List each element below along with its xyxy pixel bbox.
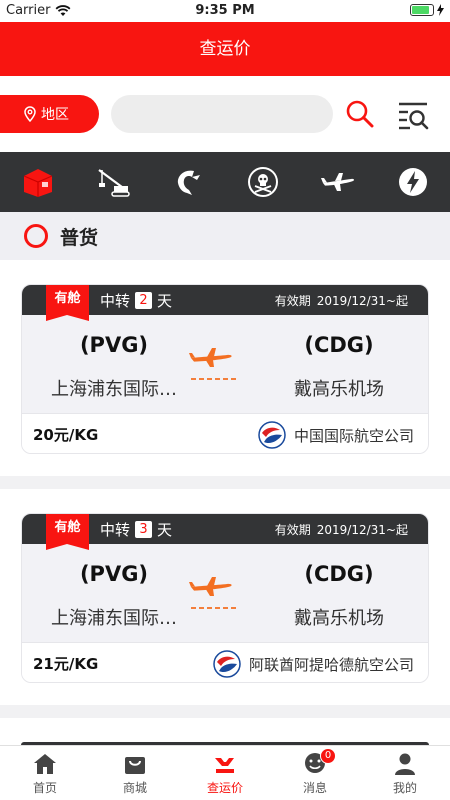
freight-icon <box>215 758 234 773</box>
card-header: 有舱 中转 2 天 有效期 2019/12/31~起 <box>22 285 428 321</box>
ring-icon <box>24 224 48 248</box>
category-hazardous[interactable] <box>225 152 300 212</box>
seafood-icon <box>177 170 200 195</box>
transfer-suffix: 天 <box>157 521 173 539</box>
destination-code: (CDG) <box>304 562 374 586</box>
validity-label: 有效期 <box>274 523 311 537</box>
crane-icon <box>97 169 130 197</box>
airline-logo-icon <box>213 650 241 678</box>
price: 21元/KG <box>33 655 99 673</box>
airline-name: 中国国际航空公司 <box>293 426 414 445</box>
card-container: 有舱 中转 2 天 有效期 2019/12/31~起 (PVG) 上海浦东国际… … <box>0 260 450 476</box>
hazard-icon <box>247 167 278 197</box>
validity-value: 2019/12/31~起 <box>316 523 408 537</box>
lightning-icon <box>398 168 427 196</box>
search-row: 地区 <box>0 76 450 152</box>
shop-icon <box>125 757 145 774</box>
battery-fill <box>412 6 429 14</box>
validity: 有效期 2019/12/31~起 <box>275 521 408 538</box>
transfer-prefix: 中转 <box>100 521 131 539</box>
transfer-info: 中转 2 天 <box>100 290 172 311</box>
home-icon <box>34 754 56 774</box>
section-title: 普货 <box>60 226 99 249</box>
tab-label: 查运价 <box>206 781 243 795</box>
destination-code: (CDG) <box>304 333 374 357</box>
battery-icon <box>410 4 434 16</box>
search-icon <box>346 100 374 128</box>
plane-icon <box>189 577 239 609</box>
section-header: 普货 <box>0 212 450 260</box>
airplane-icon <box>320 173 354 191</box>
availability-flag: 有舱 <box>46 285 89 321</box>
tab-bar: 首页 商城 查运价 0 消息 我的 <box>0 745 450 800</box>
status-time: 9:35 PM <box>195 3 255 18</box>
origin-name: 上海浦东国际… <box>51 608 177 629</box>
tab-messages[interactable]: 0 消息 <box>270 746 360 800</box>
price: 20元/KG <box>33 426 99 444</box>
card-footer: 21元/KG 阿联酋阿提哈德航空公司 <box>22 642 428 682</box>
airline-name: 阿联酋阿提哈德航空公司 <box>248 655 414 674</box>
availability-flag: 有舱 <box>46 514 89 550</box>
list-search-button[interactable] <box>396 98 430 132</box>
freight-card[interactable]: 有舱 中转 3 天 有效期 2019/12/31~起 (PVG) 上海浦东国际… … <box>21 513 429 683</box>
tab-label: 首页 <box>32 781 57 795</box>
transfer-days: 3 <box>135 521 153 538</box>
card-container <box>0 718 450 745</box>
tab-label: 我的 <box>392 781 417 795</box>
card-container: 有舱 中转 3 天 有效期 2019/12/31~起 (PVG) 上海浦东国际… … <box>0 489 450 705</box>
search-input[interactable] <box>111 95 333 133</box>
card-header: 有舱 中转 3 天 有效期 2019/12/31~起 <box>22 514 428 550</box>
tab-profile[interactable]: 我的 <box>360 746 450 800</box>
freight-card[interactable]: 有舱 中转 2 天 有效期 2019/12/31~起 (PVG) 上海浦东国际… … <box>21 284 429 454</box>
message-badge: 0 <box>320 748 336 764</box>
origin-code: (PVG) <box>79 333 149 357</box>
search-button[interactable] <box>343 98 377 132</box>
card-footer: 20元/KG 中国国际航空公司 <box>22 413 428 453</box>
tab-shop[interactable]: 商城 <box>90 746 180 800</box>
tab-label: 消息 <box>302 781 327 795</box>
airline-logo-icon <box>258 421 286 449</box>
plane-icon <box>189 348 239 380</box>
transfer-days: 2 <box>135 292 153 309</box>
battery-indicator <box>410 4 444 16</box>
route: (PVG) 上海浦东国际… (CDG) 戴高乐机场 <box>22 544 428 642</box>
list-search-icon <box>399 102 429 130</box>
region-button[interactable]: 地区 <box>0 95 99 133</box>
charging-icon <box>437 4 444 16</box>
tab-label: 商城 <box>122 781 147 795</box>
airline: 中国国际航空公司 <box>258 421 414 449</box>
validity-label: 有效期 <box>274 294 311 308</box>
tab-home[interactable]: 首页 <box>0 746 90 800</box>
transfer-info: 中转 3 天 <box>100 519 172 540</box>
category-air[interactable] <box>300 152 375 212</box>
airline: 阿联酋阿提哈德航空公司 <box>213 650 414 678</box>
page-title: 查运价 <box>0 22 450 76</box>
category-bar <box>0 152 450 212</box>
transfer-suffix: 天 <box>157 292 173 310</box>
region-label: 地区 <box>41 107 69 123</box>
profile-icon <box>395 753 415 775</box>
destination-name: 戴高乐机场 <box>294 379 384 400</box>
origin-code: (PVG) <box>79 562 149 586</box>
category-heavy-cargo[interactable] <box>75 152 150 212</box>
origin-name: 上海浦东国际… <box>51 379 177 400</box>
category-express[interactable] <box>375 152 450 212</box>
validity: 有效期 2019/12/31~起 <box>275 292 408 309</box>
destination-name: 戴高乐机场 <box>294 608 384 629</box>
transfer-prefix: 中转 <box>100 292 131 310</box>
location-pin-icon <box>24 106 36 122</box>
validity-value: 2019/12/31~起 <box>316 294 408 308</box>
route: (PVG) 上海浦东国际… (CDG) 戴高乐机场 <box>22 315 428 413</box>
status-bar: Carrier 9:35 PM <box>0 0 450 22</box>
category-general-cargo[interactable] <box>0 152 75 212</box>
package-icon <box>23 169 52 197</box>
category-seafood[interactable] <box>150 152 225 212</box>
tab-freight[interactable]: 查运价 <box>180 746 270 800</box>
